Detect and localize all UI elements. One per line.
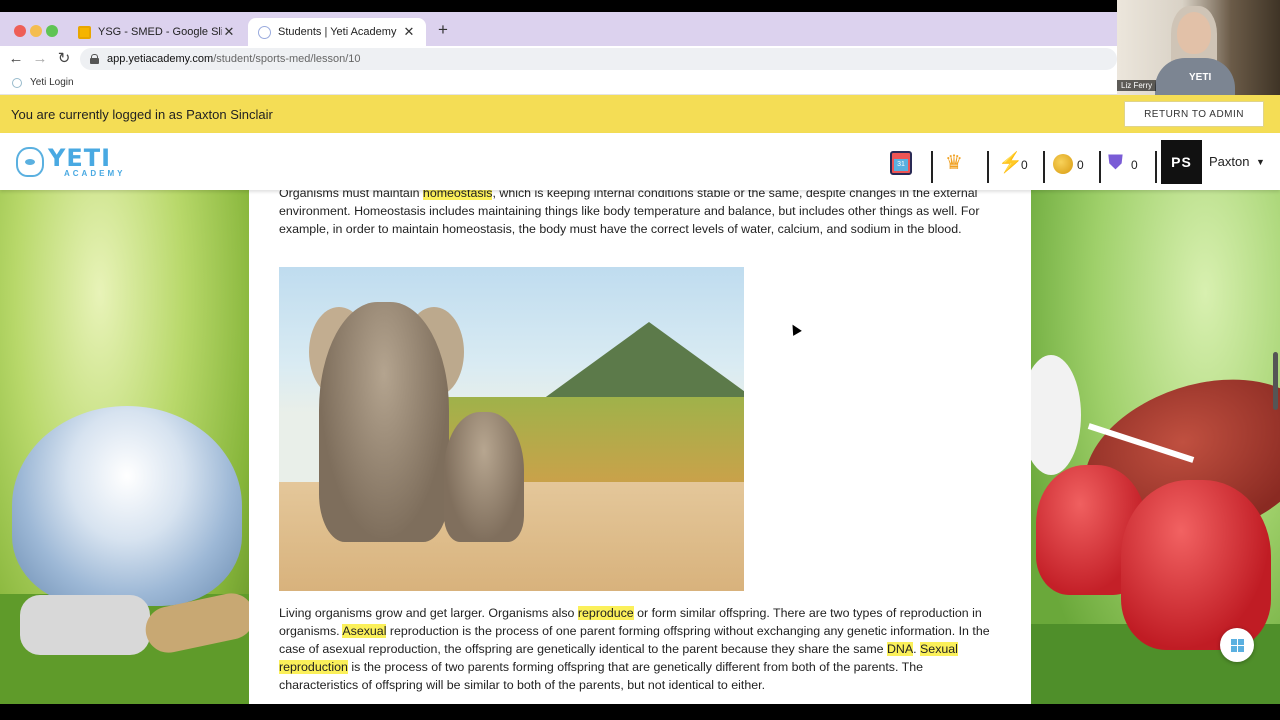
coin-count: 0 (1077, 158, 1084, 172)
shield-icon[interactable]: ⛊ (1108, 151, 1130, 175)
lesson-content: Organisms must maintain homeostasis, whi… (249, 190, 1031, 704)
text-run: reproduction is the process of one paren… (279, 624, 990, 656)
header-divider (931, 151, 933, 183)
return-to-admin-button[interactable]: RETURN TO ADMIN (1124, 101, 1264, 127)
window-minimize-button[interactable] (30, 25, 42, 37)
tab-yeti-academy[interactable]: Students | Yeti Academy ✕ (248, 18, 426, 46)
reload-icon[interactable]: ↻ (54, 49, 74, 69)
user-menu-name[interactable]: Paxton (1209, 154, 1249, 169)
yeti-academy-logo[interactable]: YETI ACADEMY (16, 146, 125, 178)
avatar[interactable]: PS (1161, 140, 1202, 184)
tab-title: Students | Yeti Academy (278, 26, 397, 38)
crown-icon[interactable]: ♛ (945, 151, 967, 175)
back-arrow-icon[interactable]: ← (6, 49, 26, 69)
window-close-button[interactable] (14, 25, 26, 37)
webcam-shirt-logo: YETI (1189, 72, 1212, 83)
yeti-favicon-icon (258, 25, 271, 39)
header-divider (1099, 151, 1101, 183)
vocab-highlight-homeostasis: homeostasis (422, 190, 493, 200)
bookmarks-bar: Yeti Login (0, 71, 1117, 95)
vocab-highlight-reproduce: reproduce (577, 606, 634, 620)
text-run: is the process of two parents forming of… (279, 660, 923, 692)
caret-down-icon[interactable]: ▼ (1256, 157, 1265, 167)
bookmark-yeti-login[interactable]: Yeti Login (30, 77, 74, 88)
text-run: . (913, 642, 921, 656)
browser-toolbar: ← → ↻ app.yetiacademy.com/student/sports… (0, 46, 1117, 71)
soccer-ball (1031, 355, 1081, 475)
page-scrollbar[interactable] (1273, 352, 1278, 410)
header-divider (1043, 151, 1045, 183)
lightning-icon[interactable]: ⚡ (998, 151, 1023, 175)
background-right-sports-image (1031, 190, 1280, 704)
photo-mountain (539, 322, 744, 402)
header-divider (987, 151, 989, 183)
slides-icon (78, 25, 91, 39)
address-bar[interactable]: app.yetiacademy.com/student/sports-med/l… (80, 48, 1117, 70)
logo-subtitle: ACADEMY (64, 169, 126, 178)
webcam-overlay: YETI Liz Ferry (1117, 0, 1280, 95)
lock-icon (90, 54, 99, 64)
app-header: YETI ACADEMY 31 ♛ ⚡ 0 0 ⛊ 0 PS Paxton ▼ (0, 133, 1280, 190)
tab-google-slides[interactable]: YSG - SMED - Google Slides ✕ (68, 18, 246, 46)
impersonation-banner: You are currently logged in as Paxton Si… (0, 95, 1280, 133)
browser-tab-bar: YSG - SMED - Google Slides ✕ Students | … (0, 12, 1117, 46)
logo-word: YETI (48, 144, 112, 172)
background-left-sports-image (0, 190, 249, 704)
url-host: app.yetiacademy.com (107, 53, 214, 65)
close-icon[interactable]: ✕ (222, 24, 236, 40)
vocab-highlight-asexual: Asexual (342, 624, 387, 638)
vocab-highlight-dna: DNA (886, 642, 914, 656)
close-icon[interactable]: ✕ (402, 24, 416, 40)
forward-arrow-icon[interactable]: → (30, 49, 50, 69)
bookmark-favicon-icon (12, 77, 22, 88)
screen: YSG - SMED - Google Slides ✕ Students | … (0, 0, 1280, 720)
lesson-paragraph-homeostasis: Organisms must maintain homeostasis, whi… (279, 190, 999, 238)
calendar-icon[interactable]: 31 (890, 151, 912, 175)
lesson-paragraph-reproduction: Living organisms grow and get larger. Or… (279, 604, 999, 694)
coin-icon[interactable] (1053, 154, 1073, 174)
baseball-glove (20, 595, 150, 655)
photo-adult-elephant (319, 302, 449, 542)
window-maximize-button[interactable] (46, 25, 58, 37)
url-path: /student/sports-med/lesson/10 (213, 53, 361, 65)
banner-message: You are currently logged in as Paxton Si… (11, 106, 273, 122)
text-run: Living organisms grow and get larger. Or… (279, 606, 578, 620)
help-widget-button[interactable] (1220, 628, 1254, 662)
webcam-name-label: Liz Ferry (1117, 80, 1157, 91)
logo-text: YETI ACADEMY (48, 146, 125, 178)
photo-baby-elephant (444, 412, 524, 542)
tab-title: YSG - SMED - Google Slides (98, 26, 222, 38)
yeti-mascot-icon (16, 147, 44, 177)
calendar-day: 31 (894, 159, 908, 171)
widget-grid-icon (1230, 638, 1244, 652)
bike-helmet (12, 406, 242, 606)
text-run: Organisms must maintain (279, 190, 423, 200)
header-divider (1155, 151, 1157, 183)
shield-count: 0 (1131, 158, 1138, 172)
boxing-glove (1121, 480, 1271, 650)
new-tab-button[interactable]: + (434, 21, 452, 39)
webcam-person-head (1177, 12, 1211, 54)
elephants-photo (279, 267, 744, 591)
energy-count: 0 (1021, 158, 1028, 172)
